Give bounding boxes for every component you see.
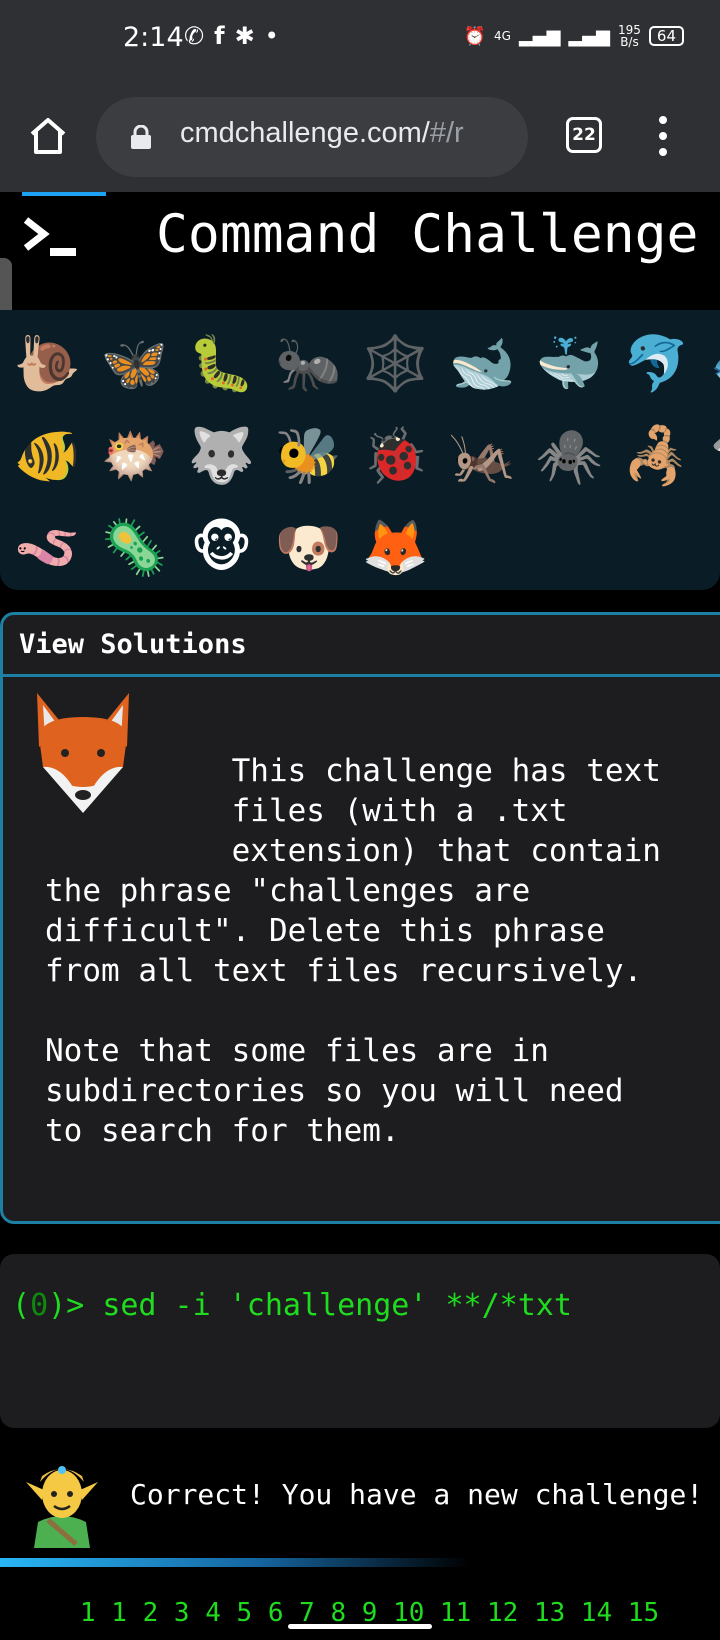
bee-icon[interactable]: 🐝 [265,410,352,502]
snail-icon[interactable]: 🐌 [4,318,91,410]
gesture-navigation-bar[interactable] [288,1624,432,1629]
scorpion-icon[interactable]: 🦂 [613,410,700,502]
shark-icon[interactable]: 🦈 [700,410,720,502]
spider-web-icon[interactable]: 🕸️ [352,318,439,410]
tab-switcher-button[interactable]: 22 [566,117,602,153]
alarm-icon: ⏰ [463,25,486,47]
command-text: sed -i 'challenge' **/*txt [102,1288,572,1323]
caterpillar-icon[interactable]: 🐛 [178,318,265,410]
status-time: 2:14 [123,22,184,53]
status-bar: 2:14 ✆ f ✱ • ⏰ 4G ▂▄▆ ▂▄▆ 195 B/s 64 [0,0,720,80]
worm-icon[interactable]: 🪱 [4,502,91,590]
terminal-panel[interactable]: (0)> sed -i 'challenge' **/*txt [0,1254,720,1428]
net-speed-unit: B/s [620,35,639,49]
blowfish-icon[interactable]: 🐡 [91,410,178,502]
microbe-icon[interactable]: 🦠 [91,502,178,590]
ladybug-icon[interactable]: 🐞 [352,410,439,502]
signal-bars-2-icon: ▂▄▆ [568,25,610,47]
challenge-emoji-panel: 🐌 🦋 🐛 🐜 🕸️ 🐋 🐳 🐬 🐟 🐠 🐡 🐺 🐝 🐞 🦗 🕷️ 🦂 🦈 🪱 … [0,310,720,590]
signal-4g-icon: 4G [494,29,511,43]
monkey-icon[interactable]: 🐵 [178,502,265,590]
whatsapp-icon: ✆ [184,22,205,50]
tropical-fish-icon[interactable]: 🐠 [4,410,91,502]
progress-gradient-line [0,1558,470,1567]
system-icons: ⏰ 4G ▂▄▆ ▂▄▆ 195 B/s 64 [464,24,684,48]
more-menu-icon[interactable] [650,116,676,156]
address-bar[interactable]: cmdchallenge.com/#/r [96,97,528,177]
lock-icon [131,125,151,149]
spider-icon[interactable]: 🕷️ [526,410,613,502]
cricket-icon[interactable]: 🦗 [439,410,526,502]
wolf-icon[interactable]: 🐺 [178,410,265,502]
home-icon [30,118,66,154]
view-solutions-link[interactable]: View Solutions [19,629,247,660]
facebook-icon: f [214,22,225,50]
more-notifications-dot: • [264,22,279,50]
challenge-level-list[interactable]: 1 1 2 3 4 5 6 7 8 9 10 11 12 13 14 15 [80,1598,720,1622]
terminal-prompt-icon[interactable] [22,216,80,258]
puzzle-icon: ✱ [234,22,255,50]
butterfly-icon[interactable]: 🦋 [91,318,178,410]
dog-icon[interactable]: 🐶 [265,502,352,590]
battery-indicator: 64 [648,26,684,46]
exit-code: 0 [30,1288,49,1323]
whale-icon[interactable]: 🐋 [439,318,526,410]
home-button[interactable] [24,112,72,160]
challenge-description: This challenge has text files (with a .t… [45,753,661,1149]
spouting-whale-icon[interactable]: 🐳 [526,318,613,410]
net-speed: 195 B/s [618,24,641,48]
challenge-card: View Solutions This challenge has text f… [0,612,720,1224]
terminal-command-line[interactable]: (0)> sed -i 'challenge' **/*txt [12,1288,572,1323]
card-header: View Solutions [3,615,720,677]
dolphin-icon[interactable]: 🐬 [613,318,700,410]
url-path: #/r [429,117,464,149]
result-banner: Correct! You have a new challenge! [0,1440,720,1560]
url-text: cmdchallenge.com/#/r [180,117,510,150]
browser-toolbar: cmdchallenge.com/#/r 22 [0,80,720,192]
ant-icon[interactable]: 🐜 [265,318,352,410]
fox-icon[interactable]: 🦊 [352,502,439,590]
site-header: Command Challenge [0,196,720,296]
url-domain: cmdchallenge.com/ [180,117,430,149]
notification-icons: ✆ f ✱ • [184,22,279,50]
fish-icon[interactable]: 🐟 [700,318,720,410]
prompt-open: ( [12,1288,31,1323]
signal-bars-icon: ▂▄▆ [518,25,561,47]
emoji-grid: 🐌 🦋 🐛 🐜 🕸️ 🐋 🐳 🐬 🐟 🐠 🐡 🐺 🐝 🐞 🦗 🕷️ 🦂 🦈 🪱 … [4,318,720,590]
result-message: Correct! You have a new challenge! [130,1478,704,1511]
elf-icon [26,1466,98,1548]
prompt-close: )> [48,1288,103,1323]
page-title: Command Challenge [156,204,699,265]
